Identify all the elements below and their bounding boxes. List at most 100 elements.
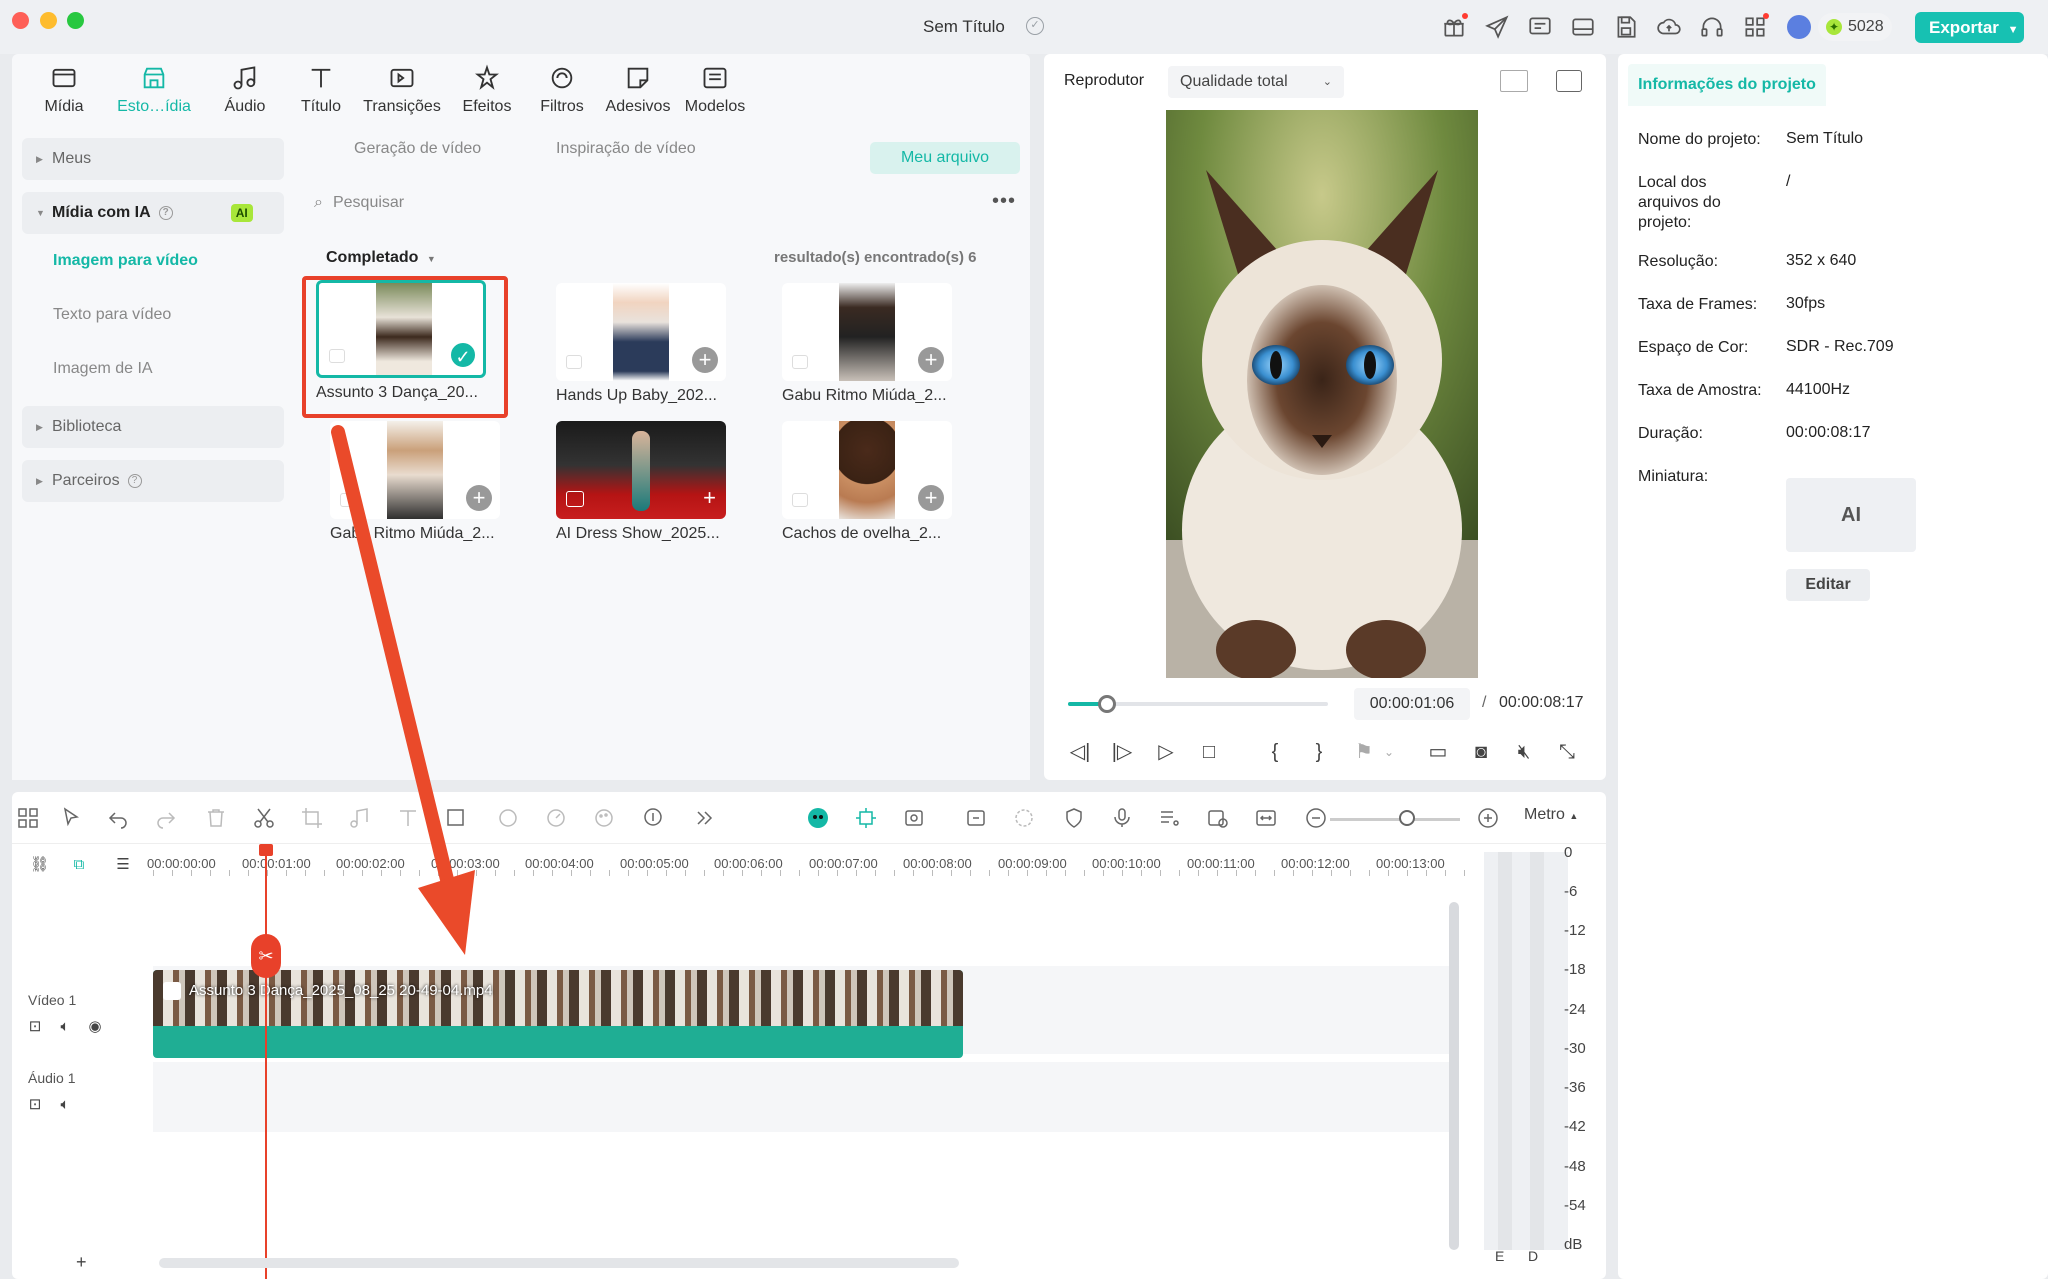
select-tool-icon[interactable] xyxy=(60,806,84,830)
audio-track-lane[interactable] xyxy=(153,1062,1458,1132)
export-button[interactable]: Exportar ▼ xyxy=(1915,12,2024,43)
media-card[interactable]: + AI Dress Show_2025... xyxy=(556,421,726,543)
delete-icon[interactable] xyxy=(204,806,228,830)
microphone-icon[interactable] xyxy=(1110,806,1134,830)
mute-icon[interactable]: 🔇︎ xyxy=(1512,740,1536,764)
tab-filtros[interactable]: Filtros xyxy=(529,64,595,116)
close-window-button[interactable] xyxy=(12,12,29,29)
redo-icon[interactable] xyxy=(154,806,178,830)
sidebar-item-meus[interactable]: ▶ Meus xyxy=(22,138,284,180)
video-clip[interactable]: Assunto 3 Dança_2025_08_25 20-49-04.mp4 xyxy=(153,970,963,1058)
help-icon[interactable]: ? xyxy=(158,205,173,220)
layout-grid-icon[interactable] xyxy=(16,806,40,830)
scissors-icon[interactable] xyxy=(252,806,276,830)
zoom-slider-knob[interactable] xyxy=(1399,810,1415,826)
next-frame-icon[interactable]: |▷ xyxy=(1110,740,1134,764)
split-scissors-icon[interactable]: ✂ xyxy=(251,934,281,978)
avatar[interactable] xyxy=(1787,15,1811,39)
text-tool-icon[interactable] xyxy=(396,806,420,830)
sidebar-item-midia-ia[interactable]: ▼ Mídia com IA? AI xyxy=(22,192,284,234)
lock-icon[interactable]: ⊡ xyxy=(26,1018,44,1036)
playhead-handle[interactable] xyxy=(259,844,273,856)
progress-knob[interactable] xyxy=(1098,695,1116,713)
add-icon[interactable]: + xyxy=(918,347,944,373)
meter-toggle[interactable]: Metro ▲ xyxy=(1524,806,1578,824)
shield-icon[interactable] xyxy=(1062,806,1086,830)
message-icon[interactable] xyxy=(1527,14,1553,40)
send-icon[interactable] xyxy=(1484,14,1510,40)
stop-icon[interactable]: □ xyxy=(1197,740,1221,764)
search-input[interactable]: ⌕ Pesquisar xyxy=(314,194,404,212)
media-card[interactable]: + Gabu Ritmo Miúda_2... xyxy=(330,421,500,543)
add-track-icon[interactable]: + xyxy=(76,1252,87,1273)
image-view-icon[interactable] xyxy=(1556,70,1582,92)
eye-icon[interactable]: ◉ xyxy=(86,1018,104,1036)
more-options-icon[interactable]: ••• xyxy=(992,190,1016,213)
zoom-slider[interactable] xyxy=(1330,818,1460,821)
vertical-scrollbar[interactable] xyxy=(1449,902,1459,1250)
replace-icon[interactable] xyxy=(902,806,926,830)
headset-icon[interactable] xyxy=(1699,14,1725,40)
mark-out-icon[interactable]: } xyxy=(1307,740,1331,764)
playback-progress[interactable] xyxy=(1068,695,1328,713)
video-preview[interactable] xyxy=(1166,110,1478,678)
crop-icon[interactable] xyxy=(300,806,324,830)
tab-stock-media[interactable]: Esto…ídia xyxy=(104,64,204,116)
sidebar-item-biblioteca[interactable]: ▶ Biblioteca xyxy=(22,406,284,448)
add-icon[interactable]: + xyxy=(466,485,492,511)
prev-frame-icon[interactable]: ◁| xyxy=(1068,740,1092,764)
media-card[interactable]: + Cachos de ovelha_2... xyxy=(782,421,952,543)
track-settings-icon[interactable]: ☰ xyxy=(114,856,132,874)
ai-audio-icon[interactable] xyxy=(642,806,666,830)
zoom-out-icon[interactable] xyxy=(1304,806,1328,830)
add-icon[interactable]: + xyxy=(692,347,718,373)
playhead[interactable] xyxy=(265,848,267,1279)
speed-icon[interactable] xyxy=(544,806,568,830)
mark-in-icon[interactable]: { xyxy=(1263,740,1287,764)
add-icon[interactable]: + xyxy=(703,485,716,511)
horizontal-scrollbar[interactable] xyxy=(159,1258,959,1268)
sidebar-item-imagem-de-ia[interactable]: Imagem de IA xyxy=(53,360,153,378)
magnet-icon[interactable]: ⧉ xyxy=(70,856,88,874)
cloud-upload-icon[interactable] xyxy=(1656,14,1682,40)
media-card[interactable]: + Gabu Ritmo Miúda_2... xyxy=(782,283,952,405)
stabilize-icon[interactable] xyxy=(1012,806,1036,830)
sidebar-item-parceiros[interactable]: ▶ Parceiros? xyxy=(22,460,284,502)
tab-modelos[interactable]: Modelos xyxy=(678,64,752,116)
minimize-window-button[interactable] xyxy=(40,12,57,29)
zoom-window-button[interactable] xyxy=(67,12,84,29)
save-icon[interactable] xyxy=(1613,14,1639,40)
sidebar-item-imagem-para-video[interactable]: Imagem para vídeo xyxy=(53,252,198,270)
sidebar-item-texto-para-video[interactable]: Texto para vídeo xyxy=(53,306,171,324)
mask-icon[interactable] xyxy=(496,806,520,830)
ai-clip-icon[interactable] xyxy=(964,806,988,830)
fit-icon[interactable] xyxy=(1254,806,1278,830)
audio-edit-icon[interactable] xyxy=(348,806,372,830)
unlink-icon[interactable]: ⛓ xyxy=(30,856,49,874)
layout-icon[interactable] xyxy=(1570,14,1596,40)
tab-audio[interactable]: Áudio xyxy=(210,64,280,116)
quality-select[interactable]: Qualidade total ⌄ xyxy=(1168,66,1344,98)
volume-icon[interactable]: 🔈︎ xyxy=(56,1096,74,1114)
grid-view-icon[interactable] xyxy=(1500,70,1528,92)
music-list-icon[interactable] xyxy=(1158,806,1182,830)
tab-titulo[interactable]: Título xyxy=(286,64,356,116)
add-icon[interactable]: + xyxy=(918,485,944,511)
credits-badge[interactable]: ✦ 5028 xyxy=(1818,13,1892,41)
tab-midia[interactable]: Mídia xyxy=(34,64,94,116)
media-card[interactable]: + Hands Up Baby_202... xyxy=(556,283,726,405)
tab-geracao-video[interactable]: Geração de vídeo xyxy=(354,140,481,158)
play-icon[interactable]: ▷ xyxy=(1154,740,1178,764)
snapshot-icon[interactable] xyxy=(1206,806,1230,830)
tab-inspiracao-video[interactable]: Inspiração de vídeo xyxy=(556,140,696,158)
tab-adesivos[interactable]: Adesivos xyxy=(600,64,676,116)
meu-arquivo-button[interactable]: Meu arquivo xyxy=(870,142,1020,174)
thumbnail-preview[interactable]: AI xyxy=(1786,478,1916,552)
display-icon[interactable]: ▭ xyxy=(1426,740,1450,764)
tab-transicoes[interactable]: Transições xyxy=(357,64,447,116)
current-time[interactable]: 00:00:01:06 xyxy=(1354,688,1470,720)
volume-icon[interactable]: 🔈︎ xyxy=(56,1018,74,1036)
undo-icon[interactable] xyxy=(106,806,130,830)
filter-dropdown[interactable]: Completado ▼ xyxy=(326,249,436,267)
color-icon[interactable] xyxy=(592,806,616,830)
